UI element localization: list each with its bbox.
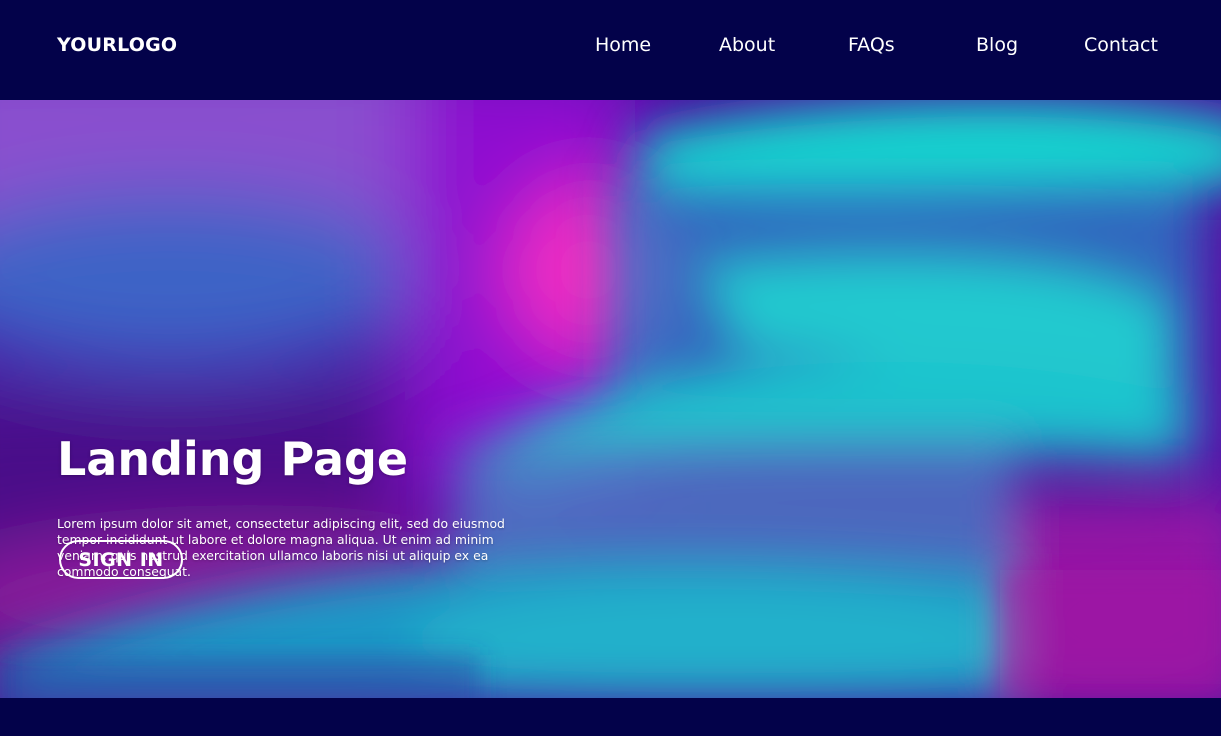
nav-link-contact[interactable]: Contact (1084, 34, 1158, 56)
hero-section: Landing Page Lorem ipsum dolor sit amet,… (0, 100, 1221, 698)
nav-link-home[interactable]: Home (595, 34, 651, 56)
nav-link-blog[interactable]: Blog (976, 34, 1018, 56)
top-navbar: YOURLOGO Home About FAQs Blog Contact (0, 0, 1221, 100)
gradient-background (0, 100, 1221, 698)
sign-in-button[interactable]: SIGN IN (59, 540, 183, 579)
hero-title: Landing Page (57, 432, 409, 486)
site-logo[interactable]: YOURLOGO (57, 34, 177, 56)
nav-link-about[interactable]: About (719, 34, 775, 56)
bottom-band (0, 698, 1221, 736)
nav-link-faqs[interactable]: FAQs (848, 34, 895, 56)
